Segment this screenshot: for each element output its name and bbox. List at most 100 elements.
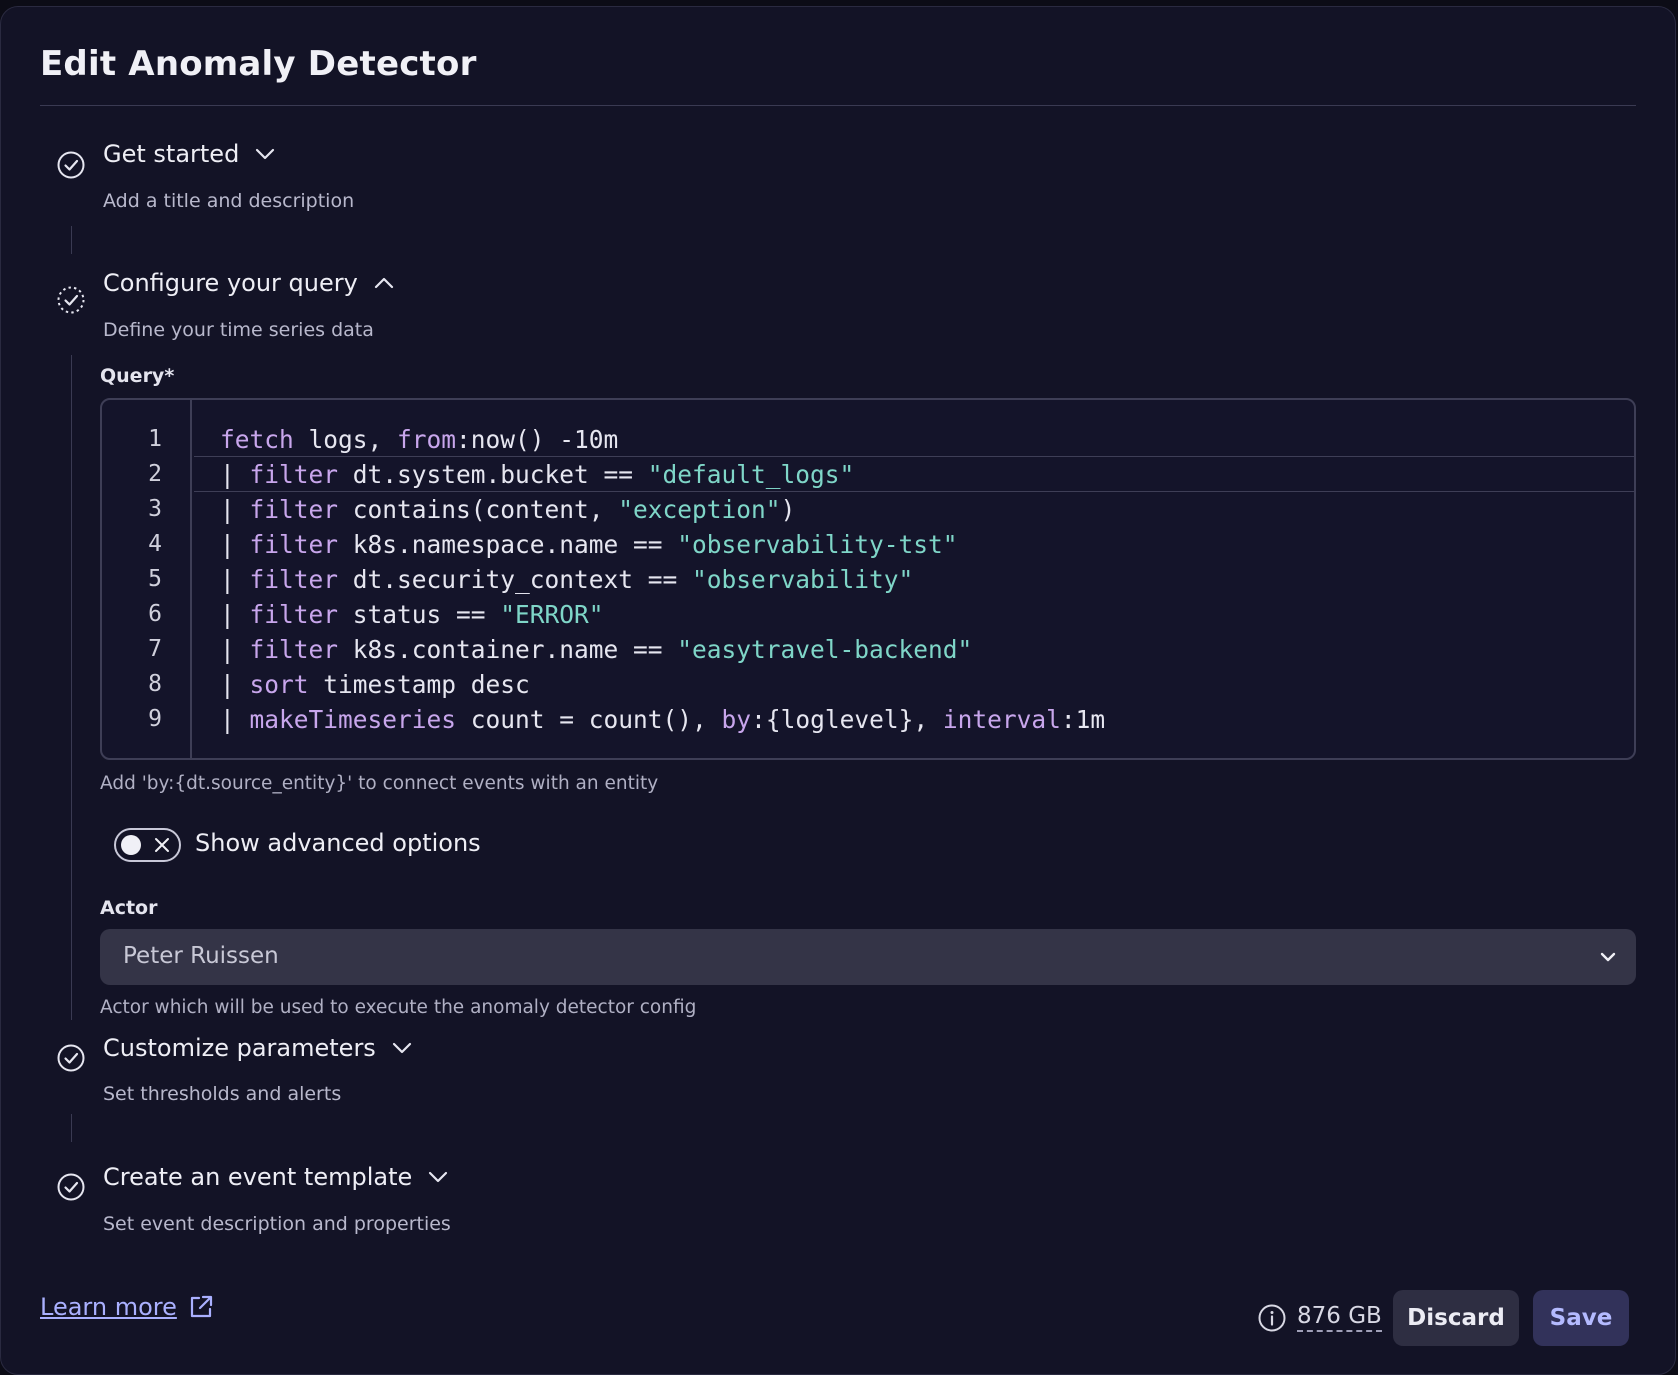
code-text: | [220, 670, 250, 699]
code-string: "ERROR" [500, 600, 604, 629]
title-divider [40, 105, 1636, 106]
advanced-options-toggle[interactable] [114, 828, 181, 862]
code-text: dt.security_context == [338, 565, 693, 594]
code-keyword: filter [249, 600, 339, 629]
code-text: | [220, 460, 250, 489]
code-text: logs, [293, 425, 398, 454]
code-text: | [220, 565, 250, 594]
line-number: 6 [148, 601, 162, 627]
code-line[interactable]: fetch logs, from:now() -10m [220, 425, 618, 454]
chevron-down-icon [426, 1165, 450, 1189]
step-title: Create an event template [103, 1163, 413, 1191]
code-line[interactable]: | filter k8s.container.name == "easytrav… [220, 635, 972, 664]
code-line[interactable]: | filter status == "ERROR" [220, 600, 604, 629]
chevron-down-icon [1600, 952, 1616, 962]
code-keyword: makeTimeseries [249, 705, 457, 734]
query-hint: Add 'by:{dt.source_entity}' to connect e… [100, 773, 659, 794]
actor-hint: Actor which will be used to execute the … [100, 997, 697, 1018]
code-string: "observability" [692, 565, 914, 594]
anomaly-detector-dialog: Edit Anomaly Detector Get started Add a … [0, 6, 1676, 1375]
toggle-knob [121, 835, 141, 855]
info-icon[interactable] [1257, 1303, 1287, 1333]
code-keyword: filter [249, 495, 339, 524]
code-text: :{loglevel}, [751, 705, 943, 734]
code-text: dt.system.bucket == [338, 460, 648, 489]
save-button[interactable]: Save [1533, 1290, 1629, 1346]
code-text: k8s.container.name == [338, 635, 678, 664]
query-label: Query* [100, 365, 175, 387]
line-number: 2 [148, 461, 162, 487]
step-customize-parameters[interactable]: Customize parameters [103, 1034, 414, 1062]
code-keyword: filter [249, 565, 339, 594]
code-text: | [220, 495, 250, 524]
code-keyword: filter [249, 530, 339, 559]
code-text: | [220, 600, 250, 629]
code-text: | [220, 635, 250, 664]
in-progress-circle-icon [56, 285, 86, 315]
line-number: 4 [148, 531, 162, 557]
step-connector [71, 1114, 72, 1142]
step-create-event-template[interactable]: Create an event template [103, 1163, 450, 1191]
code-keyword: filter [249, 460, 339, 489]
code-text: contains(content, [338, 495, 619, 524]
code-text: count = count(), [456, 705, 722, 734]
chevron-up-icon [372, 271, 396, 295]
learn-more-label: Learn more [40, 1293, 177, 1321]
code-string: "observability-tst" [677, 530, 958, 559]
code-text: | [220, 705, 250, 734]
code-string: "default_logs" [647, 460, 855, 489]
step-title: Customize parameters [103, 1034, 376, 1062]
code-string: "exception" [618, 495, 781, 524]
code-text: timestamp desc [308, 670, 530, 699]
step-title: Get started [103, 140, 240, 168]
step-connector [71, 226, 72, 254]
close-icon [155, 838, 169, 852]
step-subtitle: Add a title and description [103, 190, 355, 212]
code-text: :1m [1060, 705, 1106, 734]
storage-size[interactable]: 876 GB [1297, 1303, 1382, 1332]
code-keyword: fetch [220, 425, 294, 454]
code-string: "easytravel-backend" [677, 635, 973, 664]
step-subtitle: Set event description and properties [103, 1213, 451, 1235]
code-line[interactable]: | sort timestamp desc [220, 670, 530, 699]
step-subtitle: Define your time series data [103, 319, 374, 341]
query-editor[interactable]: 1 2 3 4 5 6 7 8 9 fetch logs, from:now() -10m | f… [100, 398, 1636, 760]
chevron-down-icon [390, 1036, 414, 1060]
code-keyword: sort [249, 670, 309, 699]
step-get-started[interactable]: Get started [103, 140, 277, 168]
code-line[interactable]: | filter dt.security_context == "observa… [220, 565, 913, 594]
step-title: Configure your query [103, 269, 358, 297]
code-keyword: by [721, 705, 752, 734]
line-number: 3 [148, 496, 162, 522]
advanced-options-label: Show advanced options [195, 829, 481, 857]
line-number: 7 [148, 636, 162, 662]
code-text: :now() -10m [456, 425, 619, 454]
line-number: 5 [148, 566, 162, 592]
code-keyword: from [397, 425, 457, 454]
code-line[interactable]: | filter k8s.namespace.name == "observab… [220, 530, 958, 559]
check-circle-icon [56, 150, 86, 180]
actor-select[interactable]: Peter Ruissen [100, 929, 1636, 985]
code-line[interactable]: | filter contains(content, "exception") [220, 495, 795, 524]
code-text: | [220, 530, 250, 559]
step-configure-query[interactable]: Configure your query [103, 269, 396, 297]
line-number-gutter: 1 2 3 4 5 6 7 8 9 [102, 400, 192, 758]
line-number: 8 [148, 671, 162, 697]
step-connector [71, 355, 72, 1020]
check-circle-icon [56, 1172, 86, 1202]
code-text: status == [338, 600, 501, 629]
actor-label: Actor [100, 897, 158, 919]
line-number: 9 [148, 706, 162, 732]
step-subtitle: Set thresholds and alerts [103, 1083, 342, 1105]
learn-more-link[interactable]: Learn more [40, 1293, 215, 1321]
discard-button[interactable]: Discard [1393, 1290, 1519, 1346]
code-text: k8s.namespace.name == [338, 530, 678, 559]
check-circle-icon [56, 1043, 86, 1073]
code-keyword: interval [942, 705, 1061, 734]
external-link-icon [190, 1295, 212, 1318]
code-line[interactable]: | makeTimeseries count = count(), by:{lo… [220, 705, 1105, 734]
code-line[interactable]: | filter dt.system.bucket == "default_lo… [220, 460, 854, 489]
chevron-down-icon [253, 142, 277, 166]
dialog-title: Edit Anomaly Detector [40, 44, 477, 84]
code-text: ) [780, 495, 796, 524]
